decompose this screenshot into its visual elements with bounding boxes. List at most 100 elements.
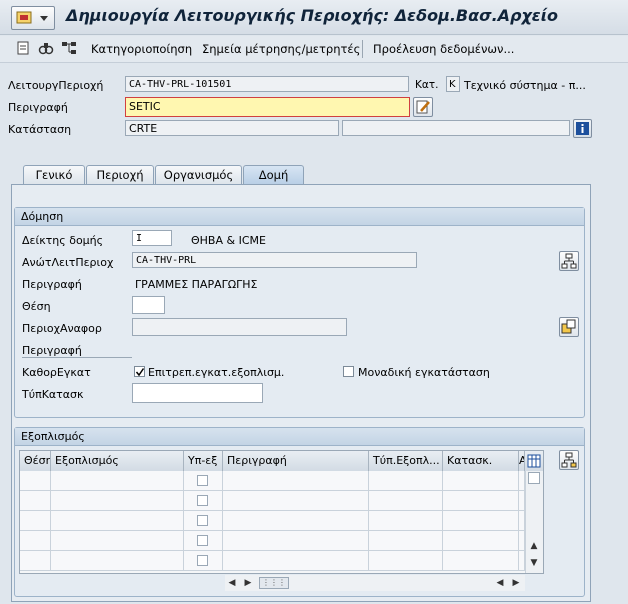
toolbar-separator (362, 40, 363, 58)
construction-type-label: ΤύπΚατασκ (22, 388, 84, 401)
table-row[interactable] (20, 491, 525, 511)
scroll-right-icon[interactable]: ▶ (509, 576, 523, 590)
column-settings-button[interactable] (525, 451, 543, 471)
construction-type-field[interactable] (132, 383, 263, 403)
table-cell[interactable] (184, 491, 223, 511)
superior-hierarchy-button[interactable] (559, 251, 579, 271)
subequipment-checkbox[interactable] (197, 515, 208, 526)
tab-location[interactable]: Περιοχή (86, 165, 154, 184)
table-cell[interactable] (443, 551, 519, 571)
toolbar-classification[interactable]: Κατηγοριοποίηση (91, 42, 192, 56)
table-cell[interactable] (443, 471, 519, 491)
table-cell[interactable] (223, 551, 369, 571)
long-text-edit-button[interactable] (413, 97, 433, 117)
document-icon[interactable] (15, 40, 31, 56)
tab-organization[interactable]: Οργανισμός (155, 165, 242, 184)
reference-description-underline (22, 357, 132, 358)
position-field[interactable] (132, 296, 165, 314)
scroll-down-icon[interactable]: ▼ (527, 556, 541, 570)
single-install-label: Μοναδική εγκατάσταση (358, 366, 490, 379)
table-cell[interactable] (51, 491, 184, 511)
table-cell[interactable] (184, 551, 223, 571)
table-cell[interactable] (443, 511, 519, 531)
superior-funcloc-field[interactable]: CA-THV-PRL (132, 252, 417, 268)
table-cell[interactable] (223, 531, 369, 551)
scroll-back-icon[interactable]: ◀ (493, 576, 507, 590)
tab-structure[interactable]: Δομή (243, 165, 304, 184)
system-menu-button[interactable] (11, 6, 55, 30)
hierarchy-icon[interactable] (61, 40, 77, 56)
install-allowed-label: Επιτρεπ.εγκατ.εξοπλισμ. (148, 366, 285, 379)
subequipment-checkbox[interactable] (197, 495, 208, 506)
reference-location-button[interactable] (559, 317, 579, 337)
subequipment-checkbox[interactable] (197, 475, 208, 486)
install-hierarchy-icon (561, 452, 577, 468)
select-all-checkbox[interactable] (528, 472, 540, 484)
table-cell[interactable] (51, 551, 184, 571)
scroll-up-icon[interactable]: ▲ (527, 539, 541, 553)
superior-description-value: ΓΡΑΜΜΕΣ ΠΑΡΑΓΩΓΗΣ (135, 278, 258, 291)
table-cell[interactable] (20, 531, 51, 551)
page-title: Δημιουργία Λειτουργικής Περιοχής: Δεδομ.… (66, 6, 558, 25)
status-label: Κατάσταση (8, 123, 72, 136)
table-cell[interactable] (20, 491, 51, 511)
equipment-install-button[interactable] (559, 450, 579, 470)
structure-indicator-label: Δείκτης δομής (22, 234, 104, 247)
reference-description-label: Περιγραφή (22, 344, 82, 357)
structure-indicator-text: ΘΗΒΑ & ICME (191, 234, 266, 247)
scroll-right-small-icon[interactable]: ▶ (241, 576, 255, 590)
table-cell[interactable] (369, 471, 443, 491)
table-cell[interactable] (51, 471, 184, 491)
reference-location-field[interactable] (132, 318, 347, 336)
structure-indicator-field[interactable]: I (132, 230, 172, 246)
table-cell[interactable] (223, 491, 369, 511)
table-row[interactable] (20, 531, 525, 551)
installation-label: ΚαθορΕγκατ (22, 366, 91, 379)
table-cell[interactable] (20, 551, 51, 571)
table-cell[interactable] (369, 551, 443, 571)
column-header-description[interactable]: Περιγραφή (223, 451, 369, 471)
table-cell[interactable] (51, 531, 184, 551)
funcloc-label: ΛειτουργΠεριοχή (8, 79, 104, 92)
pencil-icon (416, 100, 430, 114)
table-cell[interactable] (223, 471, 369, 491)
table-cell[interactable] (184, 511, 223, 531)
column-header-equipment[interactable]: Εξοπλισμός (51, 451, 184, 471)
column-header-equipment-type[interactable]: Τύπ.Εξοπλ... (369, 451, 443, 471)
table-cell[interactable] (20, 511, 51, 531)
column-header-manufacturer[interactable]: Κατασκ. (443, 451, 519, 471)
table-cell[interactable] (223, 511, 369, 531)
install-allowed-checkbox[interactable] (134, 366, 145, 377)
scroll-left-icon[interactable]: ◀ (225, 576, 239, 590)
column-header-subequipment[interactable]: Υπ-εξ (184, 451, 223, 471)
toolbar-data-origin[interactable]: Προέλευση δεδομένων... (373, 42, 514, 56)
copy-structure-icon (561, 319, 576, 334)
binoculars-icon[interactable] (38, 40, 54, 56)
funcloc-field[interactable]: CA-THV-PRL-101501 (125, 76, 409, 92)
table-cell[interactable] (51, 511, 184, 531)
table-cell[interactable] (443, 531, 519, 551)
toolbar-measuring-points[interactable]: Σημεία μέτρησης/μετρητές (202, 42, 360, 56)
category-field[interactable]: K (446, 76, 460, 92)
reference-location-label: ΠεριοχΑναφορ (22, 322, 102, 335)
table-cell[interactable] (369, 531, 443, 551)
table-row[interactable] (20, 471, 525, 491)
table-cell[interactable] (443, 491, 519, 511)
subequipment-checkbox[interactable] (197, 535, 208, 546)
single-install-checkbox[interactable] (343, 366, 354, 377)
category-label: Κατ. (415, 79, 439, 91)
table-row[interactable] (20, 551, 525, 571)
tab-general[interactable]: Γενικό (23, 165, 85, 184)
table-cell[interactable] (20, 471, 51, 491)
status-info-button[interactable] (573, 119, 592, 138)
table-cell[interactable] (369, 491, 443, 511)
table-cell[interactable] (184, 531, 223, 551)
checkmark-icon (135, 368, 145, 377)
column-header-position[interactable]: Θέση (20, 451, 51, 471)
subequipment-checkbox[interactable] (197, 555, 208, 566)
table-cell[interactable] (369, 511, 443, 531)
description-field[interactable]: SETIC (125, 97, 410, 117)
table-cell[interactable] (184, 471, 223, 491)
table-row[interactable] (20, 511, 525, 531)
scroll-thumb[interactable]: ⋮⋮⋮ (259, 577, 289, 589)
